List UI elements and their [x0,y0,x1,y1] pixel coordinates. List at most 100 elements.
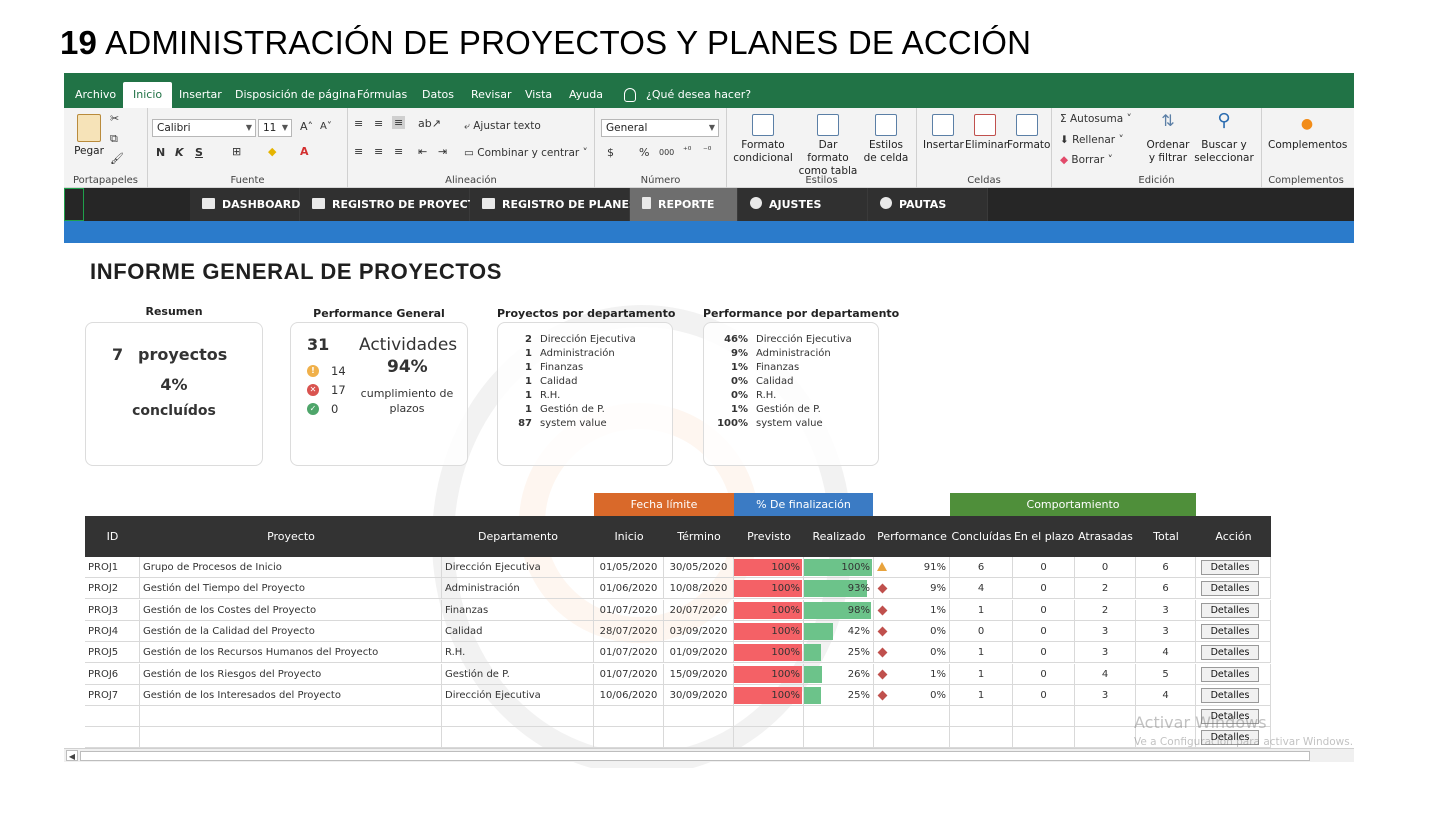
borders-icon[interactable]: ⊞ [232,145,241,158]
cell-proyecto [140,706,442,728]
font-size-value: 11 [263,122,277,134]
dept-list-value: 1% [731,404,748,415]
sort-filter-button[interactable]: ⇅ Ordenar y filtrar [1144,111,1192,165]
cell-styles-button[interactable]: Estilos de celda [861,114,911,165]
font-name-select[interactable]: Calibri ▼ [152,119,256,137]
insert-cells-button[interactable]: Insertar [923,114,964,152]
details-button[interactable]: Detalles [1201,666,1259,682]
chevron-down-icon: ▼ [245,123,252,132]
nav-ajustes[interactable]: AJUSTES [738,188,868,221]
align-right-icon[interactable]: ≡ [394,145,403,158]
find-select-button[interactable]: ⚲ Buscar y seleccionar [1194,112,1254,165]
tab-insertar[interactable]: Insertar [169,82,232,108]
tab-inicio[interactable]: Inicio [123,82,173,108]
align-center-icon[interactable]: ≡ [374,145,383,158]
italic-button[interactable]: K [175,146,184,159]
cell-inicio: 10/06/2020 [594,684,664,706]
group-alineacion: ≡ ≡ ≡ ab↗ ⤶ Ajustar texto ≡ ≡ ≡ ⇤ ⇥ ▭ Co… [348,108,595,188]
increase-indent-icon[interactable]: ⇥ [438,145,447,158]
cell-accion: Detalles [1196,642,1271,664]
cell-atrasadas: 2 [1075,599,1136,621]
addins-button[interactable]: ● Complementos [1268,116,1348,152]
nav-registro-planes[interactable]: REGISTRO DE PLANES [470,188,637,221]
details-button[interactable]: Detalles [1201,581,1259,597]
underline-button[interactable]: S [195,146,203,159]
tab-vista[interactable]: Vista [515,82,562,108]
addins-icon: ● [1300,116,1314,132]
align-bottom-icon[interactable]: ≡ [392,116,406,129]
cell-proyecto: Gestión de la Calidad del Proyecto [140,620,442,642]
performance-heading: Performance General [313,307,445,320]
merge-center-button[interactable]: ▭ Combinar y centrar ˅ [464,147,588,159]
tell-me-search[interactable]: ¿Qué desea hacer? [636,82,761,108]
fill-button[interactable]: ⬇ Rellenar ˅ [1060,134,1124,146]
orientation-icon[interactable]: ab↗ [418,117,441,130]
cut-icon[interactable]: ✂ [110,112,119,125]
tab-archivo[interactable]: Archivo [65,82,126,108]
format-painter-icon[interactable]: 🖌 [110,152,124,165]
paste-button[interactable]: Pegar [72,114,106,158]
table-row: PROJ3 Gestión de los Costes del Proyecto F… [85,599,1271,621]
shrink-font-icon[interactable]: A˅ [320,121,332,132]
align-middle-icon[interactable]: ≡ [374,117,383,130]
selected-cell[interactable] [64,188,84,221]
gear-icon [750,197,762,209]
details-button[interactable]: Detalles [1201,602,1259,618]
group-fuente: Calibri ▼ 11 ▼ A˄ A˅ N K S ⊞ ◆ A Fuente [148,108,348,188]
cell-termino: 20/07/2020 [664,599,734,621]
clear-button[interactable]: ◆ Borrar ˅ [1060,154,1113,166]
details-button[interactable]: Detalles [1201,560,1259,575]
compliance-pct: 94% [387,357,428,377]
cell-atrasadas: 3 [1075,642,1136,664]
chevron-down-icon: ▼ [281,123,288,132]
tab-formulas[interactable]: Fórmulas [347,82,417,108]
previsto-value: 100% [771,625,800,637]
tab-revisar[interactable]: Revisar [461,82,521,108]
thousands-button[interactable]: 000 [659,148,674,157]
tab-disposicion[interactable]: Disposición de página [225,82,366,108]
copy-icon[interactable]: ⧉ [110,132,118,146]
fuente-label: Fuente [230,175,265,186]
cell-accion: Detalles [1196,578,1271,600]
dept-list-item: 0% Calidad [708,376,793,387]
warning-icon [877,562,887,571]
details-button[interactable]: Detalles [1201,687,1259,703]
nav-reporte[interactable]: REPORTE [630,188,738,221]
dept-list-value: 1 [525,362,532,373]
addins-label: Complementos [1268,139,1348,151]
bold-button[interactable]: N [156,146,165,159]
decrease-decimal-icon[interactable]: ⁻⁰ [703,146,711,156]
tab-ayuda[interactable]: Ayuda [559,82,613,108]
details-button[interactable]: Detalles [1201,623,1259,639]
scrollbar-track[interactable] [80,751,1310,761]
decrease-indent-icon[interactable]: ⇤ [418,145,427,158]
horizontal-scrollbar[interactable]: ◀ [64,748,1354,762]
format-cells-button[interactable]: Formato [1007,114,1050,152]
delete-cells-button[interactable]: Eliminar [965,114,1008,152]
wrap-text-button[interactable]: ⤶ Ajustar texto [464,120,541,133]
fill-color-icon[interactable]: ◆ [268,145,276,158]
conditional-format-button[interactable]: Formato condicional [733,114,793,165]
sort-filter-icon: ⇅ [1161,111,1175,130]
format-table-button[interactable]: Dar formato como tabla [797,114,859,178]
align-left-icon[interactable]: ≡ [354,145,363,158]
nav-dashboard[interactable]: DASHBOARD [190,188,300,221]
nav-registro-proyectos[interactable]: REGISTRO DE PROYECTOS [300,188,492,221]
number-format-select[interactable]: General ▼ [601,119,719,137]
scroll-left-icon[interactable]: ◀ [66,750,78,761]
autosum-button[interactable]: Σ Autosuma ˅ [1060,113,1132,125]
activation-watermark-sub: Ve a Configuración para activar Windows. [1134,736,1354,748]
nav-reporte-label: REPORTE [658,198,715,211]
tab-datos[interactable]: Datos [412,82,464,108]
increase-decimal-icon[interactable]: ⁺⁰ [683,146,691,156]
folder-icon [482,198,495,209]
font-size-select[interactable]: 11 ▼ [258,119,292,137]
done-count: 0 [331,402,339,416]
details-button[interactable]: Detalles [1201,645,1259,661]
percent-button[interactable]: % [639,146,649,159]
currency-button[interactable]: $ [607,146,614,159]
font-color-icon[interactable]: A [300,145,309,158]
align-top-icon[interactable]: ≡ [354,117,363,130]
nav-pautas[interactable]: PAUTAS [868,188,988,221]
grow-font-icon[interactable]: A˄ [300,120,313,133]
